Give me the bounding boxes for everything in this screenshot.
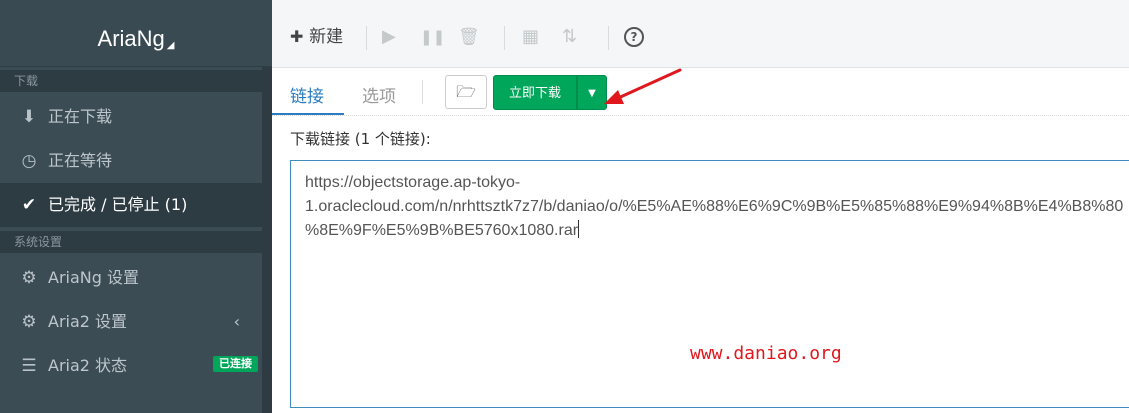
toolbar-divider bbox=[366, 26, 367, 50]
status-badge: 已连接 bbox=[213, 356, 258, 372]
gear-icon: ⚙ bbox=[21, 268, 37, 288]
new-task-button[interactable]: ✚ 新建 bbox=[290, 22, 343, 52]
trash-icon: 🗑 bbox=[458, 27, 480, 47]
toolbar-divider bbox=[608, 26, 609, 50]
check-circle-icon: ✔ bbox=[21, 195, 37, 215]
toolbar: ✚ 新建 ▶ ❚❚ 🗑 ▦ ⇅ ? bbox=[272, 0, 1129, 68]
grid-icon: ▦ bbox=[522, 26, 540, 47]
sidebar-item-label: 正在等待 bbox=[48, 151, 113, 170]
sidebar-item-label: 已完成 / 已停止 (1) bbox=[48, 195, 188, 214]
links-text: https://objectstorage.ap-tokyo- 1.oracle… bbox=[305, 174, 1124, 239]
start-button[interactable]: ▶ bbox=[382, 22, 396, 52]
active-tab-indicator bbox=[272, 113, 344, 115]
new-task-label: 新建 bbox=[309, 27, 344, 47]
sort-alpha-icon: ⇅ bbox=[562, 26, 578, 47]
chevron-left-icon: ‹ bbox=[233, 312, 240, 331]
section-header-download: 下载 bbox=[0, 70, 262, 92]
app-brand[interactable]: AriaNg ◢ bbox=[0, 0, 272, 67]
sidebar-item-stopped[interactable]: ✔ 已完成 / 已停止 (1) bbox=[0, 183, 262, 227]
delete-button[interactable]: 🗑 bbox=[458, 22, 480, 52]
sidebar-item-ariang-settings[interactable]: ⚙ AriaNg 设置 bbox=[0, 256, 262, 300]
toolbar-divider bbox=[504, 26, 505, 50]
sidebar: AriaNg ◢ 下载 ⬇ 正在下载 ◷ 正在等待 ✔ 已完成 / 已停止 (1) 系统… bbox=[0, 0, 272, 413]
folder-open-icon: 🗁 bbox=[456, 82, 476, 101]
download-now-button[interactable]: 立即下载 bbox=[493, 75, 577, 110]
caret-down-icon: ▼ bbox=[588, 88, 596, 99]
brand-caret-icon: ◢ bbox=[166, 40, 175, 51]
sidebar-item-label: Aria2 状态 bbox=[48, 356, 128, 375]
tab-links[interactable]: 链接 bbox=[290, 82, 324, 107]
sidebar-item-label: Aria2 设置 bbox=[48, 312, 128, 331]
sidebar-item-aria2-settings[interactable]: ⚙ Aria2 设置 ‹ bbox=[0, 300, 262, 344]
open-torrent-button[interactable]: 🗁 bbox=[445, 75, 487, 109]
new-task-tabs: 链接 选项 🗁 立即下载 ▼ bbox=[272, 68, 1129, 116]
play-icon: ▶ bbox=[382, 26, 396, 47]
download-links-textarea[interactable]: https://objectstorage.ap-tokyo- 1.oracle… bbox=[290, 160, 1129, 408]
tab-options[interactable]: 选项 bbox=[362, 82, 396, 107]
help-button[interactable]: ? bbox=[624, 27, 644, 47]
pause-button[interactable]: ❚❚ bbox=[420, 22, 445, 52]
sidebar-item-label: AriaNg 设置 bbox=[48, 268, 139, 287]
download-options-dropdown[interactable]: ▼ bbox=[577, 75, 607, 110]
clock-icon: ◷ bbox=[21, 151, 37, 171]
watermark: www.daniao.org bbox=[690, 343, 842, 364]
tab-divider bbox=[422, 80, 423, 104]
question-icon: ? bbox=[630, 30, 638, 44]
plus-icon: ✚ bbox=[290, 27, 304, 46]
sidebar-item-downloading[interactable]: ⬇ 正在下载 bbox=[0, 95, 262, 139]
section-header-settings: 系统设置 bbox=[0, 231, 262, 253]
pause-icon: ❚❚ bbox=[420, 28, 446, 46]
gears-icon: ⚙ bbox=[21, 312, 37, 332]
app-title: AriaNg bbox=[97, 26, 165, 51]
sidebar-item-waiting[interactable]: ◷ 正在等待 bbox=[0, 139, 262, 183]
sort-button[interactable]: ⇅ bbox=[562, 22, 577, 52]
download-circle-icon: ⬇ bbox=[21, 107, 37, 127]
text-cursor bbox=[578, 220, 580, 238]
sidebar-scrollbar[interactable] bbox=[262, 67, 272, 413]
links-label: 下载链接 (1 个链接): bbox=[290, 130, 431, 148]
sidebar-item-aria2-status[interactable]: ☰ Aria2 状态 已连接 bbox=[0, 344, 262, 388]
server-icon: ☰ bbox=[21, 356, 37, 376]
select-all-button[interactable]: ▦ bbox=[522, 22, 539, 52]
sidebar-item-label: 正在下载 bbox=[48, 107, 113, 126]
